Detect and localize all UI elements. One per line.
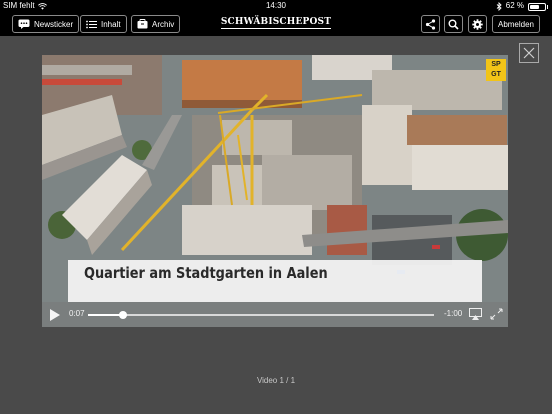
battery-percent: 62 % — [505, 1, 524, 10]
app-toolbar: Newsticker Inhalt Archiv SCHWÄBISCHEPOST — [0, 12, 552, 36]
logout-label: Abmelden — [497, 19, 535, 29]
share-icon — [425, 18, 436, 30]
settings-button[interactable] — [468, 15, 487, 33]
video-player[interactable]: SP GT Quartier am Stadtgarten in Aalen 0… — [42, 55, 508, 327]
close-button[interactable] — [519, 43, 539, 63]
battery-icon — [528, 3, 546, 11]
close-icon — [523, 47, 535, 59]
battery-level — [530, 5, 539, 9]
video-pager: Video 1 / 1 — [256, 376, 296, 385]
status-bar: SIM fehlt 14:30 62 % — [0, 0, 552, 12]
play-button[interactable] — [50, 309, 60, 321]
logout-button[interactable]: Abmelden — [492, 15, 540, 33]
status-bar-right: 62 % — [496, 0, 548, 12]
share-button[interactable] — [421, 15, 440, 33]
search-icon — [448, 19, 459, 30]
seek-knob[interactable] — [118, 311, 127, 319]
gear-icon — [472, 18, 483, 30]
airplay-icon[interactable] — [469, 308, 482, 320]
remaining-time: -1:00 — [444, 309, 463, 318]
video-controls: 0:07 -1:00 — [42, 302, 508, 327]
seek-bar-played — [88, 314, 123, 316]
logo-line-1: SP — [491, 61, 501, 68]
elapsed-time: 0:07 — [69, 309, 85, 318]
battery-cap — [547, 5, 548, 9]
status-time: 14:30 — [265, 1, 287, 10]
bluetooth-icon — [496, 1, 502, 11]
seek-bar[interactable] — [88, 311, 434, 319]
channel-logo: SP GT — [486, 59, 506, 81]
logo-line-2: GT — [491, 71, 501, 78]
brand-name: SCHWÄBISCHEPOST — [220, 17, 332, 29]
fullscreen-icon[interactable] — [490, 308, 503, 320]
video-caption: Quartier am Stadtgarten in Aalen — [84, 264, 328, 282]
search-button[interactable] — [444, 15, 463, 33]
